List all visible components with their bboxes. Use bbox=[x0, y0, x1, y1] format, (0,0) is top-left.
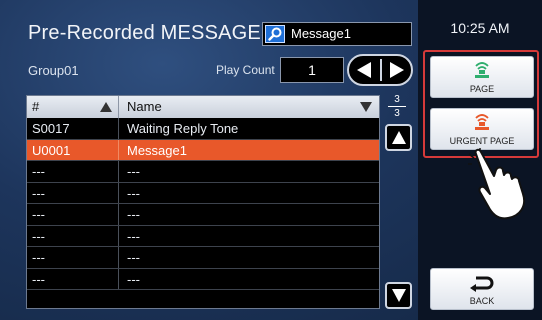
return-arrow-icon bbox=[470, 276, 494, 292]
urgent-speaker-icon bbox=[475, 114, 489, 130]
table-row[interactable]: --- --- bbox=[27, 204, 379, 226]
cell-name: --- bbox=[127, 185, 140, 201]
cell-name: --- bbox=[127, 228, 140, 244]
cell-number: U0001 bbox=[32, 142, 71, 158]
decrease-button[interactable] bbox=[349, 56, 379, 84]
table-row[interactable]: --- --- bbox=[27, 247, 379, 269]
table-header: # Name bbox=[27, 96, 379, 118]
column-separator bbox=[118, 118, 119, 139]
page-title: Pre-Recorded MESSAGES bbox=[28, 22, 275, 44]
column-separator bbox=[118, 182, 119, 203]
page-button[interactable]: PAGE bbox=[430, 56, 534, 98]
cell-number: --- bbox=[32, 250, 45, 265]
play-count-value[interactable]: 1 bbox=[280, 57, 344, 83]
column-separator bbox=[118, 139, 119, 160]
urgent-page-button[interactable]: URGENT PAGE bbox=[430, 108, 534, 150]
column-separator bbox=[118, 225, 119, 246]
table-row[interactable]: --- --- bbox=[27, 225, 379, 247]
increase-button[interactable] bbox=[382, 56, 412, 84]
column-header-name[interactable]: Name bbox=[127, 99, 162, 114]
cell-number: S0017 bbox=[32, 121, 70, 136]
total-pages: 3 bbox=[394, 108, 400, 119]
speaker-icon bbox=[475, 62, 489, 78]
cell-name: Message1 bbox=[127, 142, 187, 158]
pointing-hand-icon bbox=[468, 148, 526, 220]
cell-name: --- bbox=[127, 271, 140, 287]
table-row[interactable]: U0001 Message1 bbox=[27, 139, 379, 161]
column-header-number[interactable]: # bbox=[32, 99, 39, 114]
column-separator bbox=[118, 268, 119, 289]
table-body: S0017 Waiting Reply Tone U0001 Message1 --- -… bbox=[27, 118, 379, 290]
clock: 10:25 AM bbox=[450, 20, 510, 36]
triangle-up-icon bbox=[392, 131, 406, 144]
cell-number: --- bbox=[32, 228, 45, 244]
current-page: 3 bbox=[394, 94, 400, 105]
cell-number: --- bbox=[32, 207, 45, 222]
triangle-left-icon bbox=[357, 62, 371, 78]
page-indicator: 3 3 bbox=[384, 94, 410, 119]
column-separator bbox=[118, 96, 119, 118]
cell-number: --- bbox=[32, 185, 45, 201]
play-count-stepper bbox=[347, 54, 413, 86]
page-button-label: PAGE bbox=[469, 84, 495, 94]
search-field[interactable]: Message1 bbox=[262, 22, 412, 46]
scroll-down-button[interactable] bbox=[385, 282, 412, 309]
cell-number: --- bbox=[32, 271, 45, 287]
page-divider bbox=[388, 106, 406, 107]
cell-name: --- bbox=[127, 250, 140, 265]
cell-number: --- bbox=[32, 164, 45, 179]
search-icon[interactable] bbox=[265, 25, 285, 43]
scroll-up-button[interactable] bbox=[385, 124, 412, 151]
sort-ascending-icon[interactable] bbox=[100, 102, 112, 112]
group-name: Group01 bbox=[28, 63, 79, 78]
search-value: Message1 bbox=[291, 26, 351, 41]
main-panel: Pre-Recorded MESSAGES Message1 Group01 P… bbox=[0, 0, 418, 320]
sort-descending-icon[interactable] bbox=[360, 102, 372, 112]
column-separator bbox=[118, 204, 119, 225]
urgent-page-button-label: URGENT PAGE bbox=[449, 136, 515, 146]
cell-name: --- bbox=[127, 164, 140, 179]
back-button-label: BACK bbox=[469, 296, 495, 306]
column-separator bbox=[118, 247, 119, 268]
cell-name: --- bbox=[127, 207, 140, 222]
messages-table: # Name S0017 Waiting Reply Tone U0001 Messa… bbox=[26, 95, 380, 309]
table-row[interactable]: --- --- bbox=[27, 182, 379, 204]
triangle-down-icon bbox=[392, 289, 406, 302]
table-row[interactable]: S0017 Waiting Reply Tone bbox=[27, 118, 379, 140]
back-button[interactable]: BACK bbox=[430, 268, 534, 310]
table-row[interactable]: --- --- bbox=[27, 268, 379, 290]
play-count-label: Play Count bbox=[216, 63, 275, 77]
table-row[interactable]: --- --- bbox=[27, 161, 379, 183]
column-separator bbox=[118, 161, 119, 182]
cell-name: Waiting Reply Tone bbox=[127, 121, 239, 136]
triangle-right-icon bbox=[390, 62, 404, 78]
